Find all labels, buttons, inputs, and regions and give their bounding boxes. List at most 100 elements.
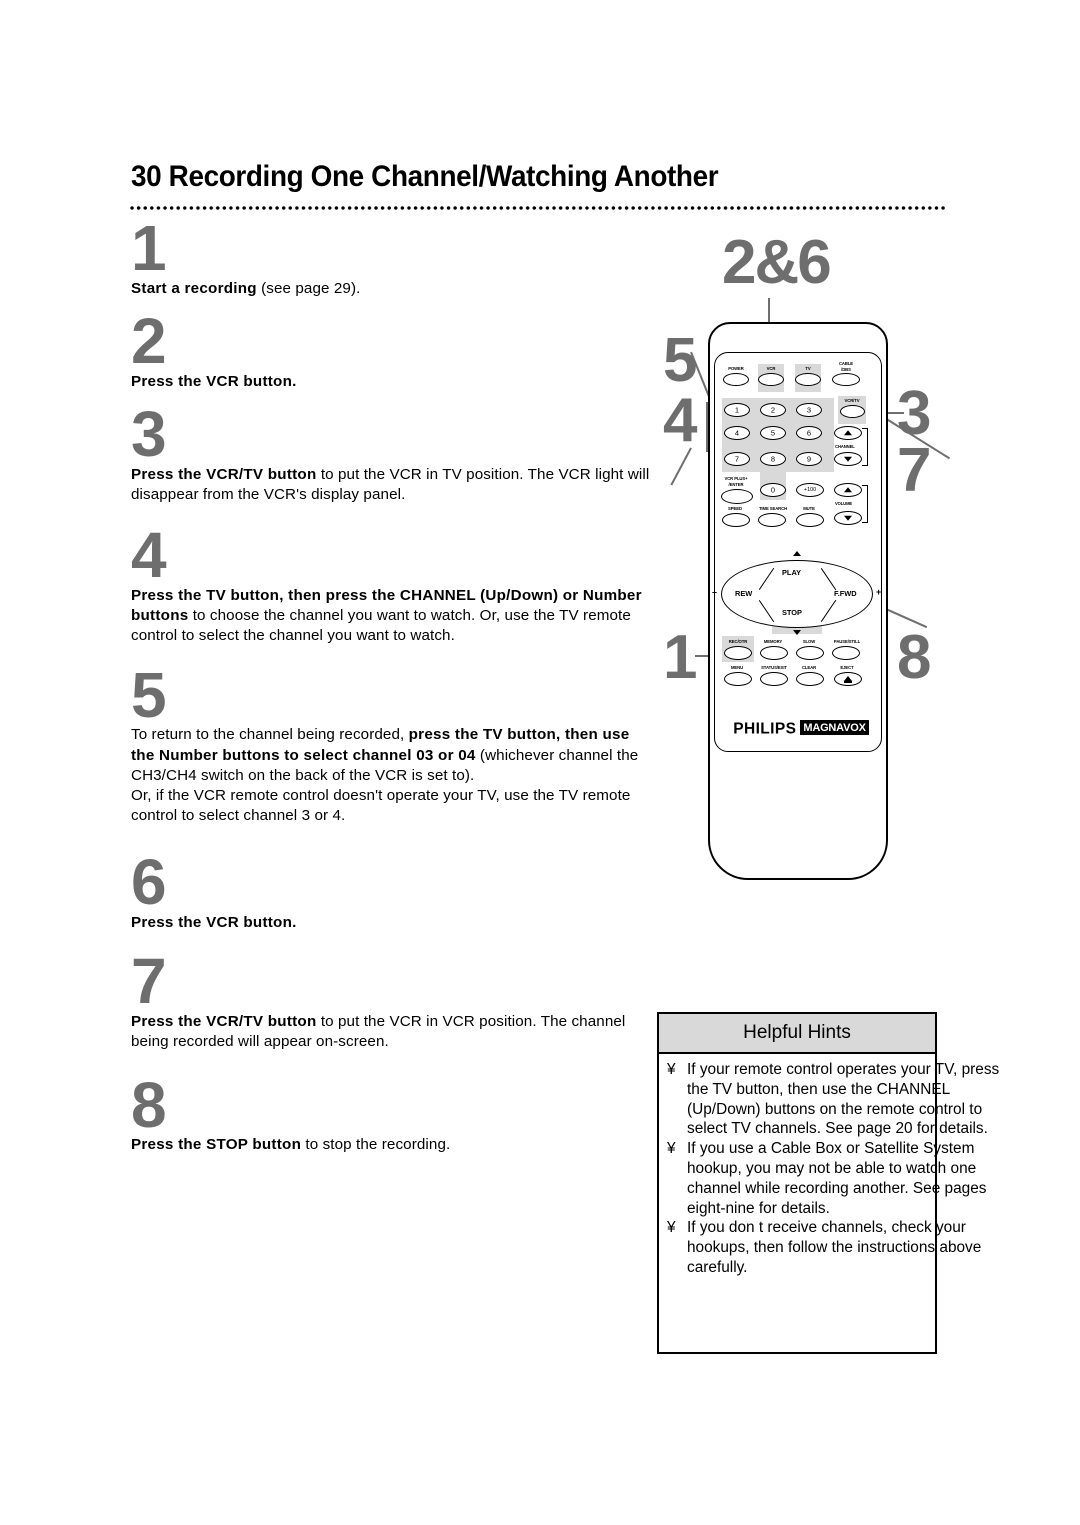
menu-label: MENU	[730, 665, 744, 670]
minus-label: –	[712, 587, 718, 597]
philips-wordmark: PHILIPS	[733, 720, 797, 738]
slow-label: SLOW	[802, 639, 816, 644]
key-7-label: 7	[734, 454, 740, 464]
mute-label: MUTE	[803, 506, 815, 511]
menu-button[interactable]	[724, 672, 752, 686]
memory-button[interactable]	[760, 646, 788, 660]
cable-dbs-label-2: /DBS	[841, 367, 851, 372]
channel-down-button[interactable]	[834, 452, 862, 466]
hint-item: ¥ If your remote control operates your T…	[667, 1060, 1003, 1139]
ffwd-label: F.FWD	[834, 589, 857, 598]
step-text: Press the VCR button.	[131, 372, 297, 390]
callout-4: 4	[663, 386, 697, 455]
tv-button[interactable]	[795, 373, 821, 386]
key-3[interactable]: 3	[796, 403, 822, 417]
bullet-glyph: ¥	[667, 1219, 676, 1237]
clear-button[interactable]	[796, 672, 824, 686]
key-2[interactable]: 2	[760, 403, 786, 417]
callout-1: 1	[663, 623, 697, 692]
plus-100-button[interactable]: +100	[796, 483, 824, 497]
hint-text: If your remote control operates your TV,…	[687, 1061, 1000, 1138]
status-exit-label: STATUS/EXIT	[761, 665, 787, 670]
rec-otr-button[interactable]	[724, 646, 752, 660]
power-button[interactable]	[723, 373, 749, 386]
key-6[interactable]: 6	[796, 426, 822, 440]
step-number: 2	[131, 304, 167, 377]
callout-2-and-6: 2&6	[722, 228, 832, 297]
step-number: 7	[131, 945, 167, 1018]
step-text: Start a recording (see page 29).	[131, 279, 361, 297]
key-3-label: 3	[806, 405, 812, 415]
header-dotted-rule	[130, 206, 946, 212]
speed-label: SPEED	[728, 506, 742, 511]
step-text: Press the STOP button to stop the record…	[131, 1136, 451, 1154]
key-4-label: 4	[734, 428, 740, 438]
time-search-button[interactable]	[758, 513, 786, 527]
step-text: To return to the channel being recorded,…	[131, 726, 639, 825]
hint-item: ¥ If you use a Cable Box or Satellite Sy…	[667, 1139, 1003, 1218]
channel-up-button[interactable]	[834, 426, 862, 440]
speed-button[interactable]	[722, 513, 750, 527]
key-7[interactable]: 7	[724, 452, 750, 466]
vcr-plus-label-1: VCR PLUS+	[724, 476, 748, 481]
step-3: 3 Press the VCR/TV button to put the VCR…	[131, 397, 651, 505]
chevron-up-icon	[844, 487, 852, 493]
pause-still-label: PAUSE/STILL	[833, 639, 861, 644]
key-9[interactable]: 9	[796, 452, 822, 466]
step-7: 7 Press the VCR/TV button to put the VCR…	[131, 945, 651, 1052]
pause-still-button[interactable]	[832, 646, 860, 660]
eject-button[interactable]	[834, 672, 862, 686]
slow-button[interactable]	[796, 646, 824, 660]
key-8[interactable]: 8	[760, 452, 786, 466]
key-1[interactable]: 1	[724, 403, 750, 417]
vcr-tv-button[interactable]	[840, 405, 865, 418]
status-exit-button[interactable]	[760, 672, 788, 686]
step-4: 4 Press the TV button, then press the CH…	[131, 523, 651, 646]
tv-label: TV	[805, 366, 811, 371]
helpful-hints-heading: Helpful Hints	[659, 1014, 935, 1054]
key-5-label: 5	[770, 428, 776, 438]
rew-label: REW	[735, 589, 753, 598]
hint-text: If you don t receive channels, check you…	[687, 1219, 982, 1276]
key-5[interactable]: 5	[760, 426, 786, 440]
clear-label: CLEAR	[801, 665, 817, 670]
key-4[interactable]: 4	[724, 426, 750, 440]
step-number: 3	[131, 397, 167, 470]
chevron-up-icon	[844, 430, 852, 436]
vcr-plus-enter-button[interactable]	[721, 489, 753, 504]
triangle-down-icon	[793, 630, 801, 635]
cable-dbs-label-1: CABLE	[838, 361, 854, 366]
callout-8: 8	[897, 623, 931, 692]
channel-group-label: CHANNEL	[835, 444, 855, 449]
magnavox-wordmark: MAGNAVOX	[800, 720, 869, 735]
helpful-hints-content: ¥ If your remote control operates your T…	[659, 1052, 999, 1278]
channel-bracket	[862, 428, 868, 466]
key-8-label: 8	[770, 454, 776, 464]
step-text: Press the VCR button.	[131, 914, 297, 932]
step-8: 8 Press the STOP button to stop the reco…	[131, 1073, 651, 1156]
step-1: 1 Start a recording (see page 29).	[131, 212, 651, 299]
cable-dbs-button[interactable]	[832, 373, 860, 386]
volume-group-label: VOLUME	[834, 501, 853, 506]
callout-5: 5	[663, 326, 697, 395]
rec-otr-label: REC/OTR	[728, 639, 748, 644]
callout-7: 7	[897, 436, 931, 505]
key-1-label: 1	[734, 405, 740, 415]
bullet-glyph: ¥	[667, 1140, 676, 1158]
volume-bracket	[862, 485, 868, 523]
key-6-label: 6	[806, 428, 812, 438]
hint-item: ¥ If you don t receive channels, check y…	[667, 1218, 1003, 1277]
step-number: 5	[131, 658, 167, 731]
play-label: PLAY	[782, 568, 802, 577]
step-number: 1	[131, 212, 167, 284]
page-title: 30 Recording One Channel/Watching Anothe…	[131, 160, 719, 193]
vcr-button[interactable]	[758, 373, 784, 386]
chevron-down-icon	[844, 456, 852, 462]
eject-bar-icon	[844, 681, 852, 683]
mute-button[interactable]	[796, 513, 824, 527]
step-number: 6	[131, 846, 167, 919]
volume-down-button[interactable]	[834, 511, 862, 525]
key-0[interactable]: 0	[760, 483, 786, 497]
triangle-up-icon	[793, 551, 801, 556]
volume-up-button[interactable]	[834, 483, 862, 497]
